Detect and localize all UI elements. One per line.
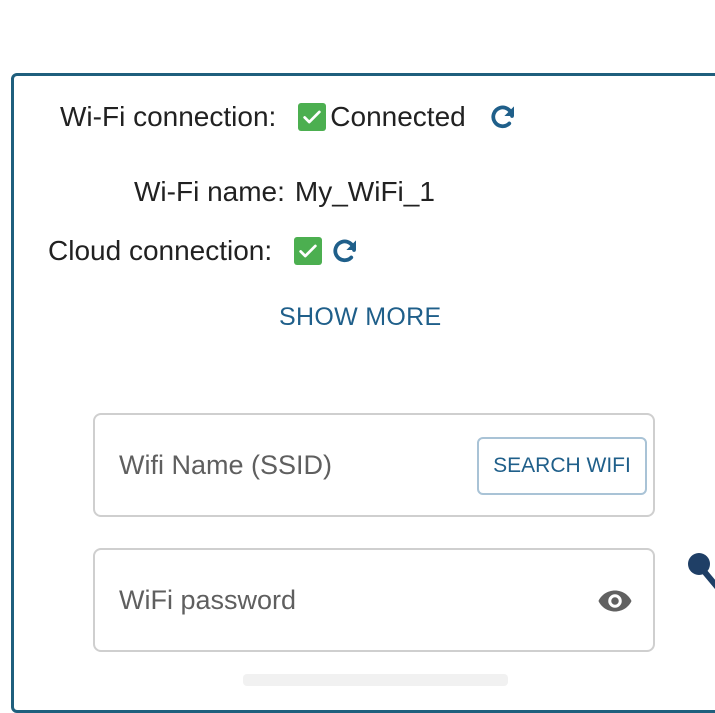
show-more-link[interactable]: SHOW MORE [279,303,441,332]
wifi-name-label: Wi-Fi name: [134,176,285,207]
bottom-button-edge [243,674,508,686]
show-password-eye-icon[interactable] [595,583,635,619]
search-wifi-button[interactable]: SEARCH WIFI [477,437,647,495]
cloud-connection-row: Cloud connection: [48,235,360,267]
pointer-cursor-icon [688,553,715,590]
wifi-refresh-icon[interactable] [488,102,518,132]
cloud-connected-check-icon [294,237,323,265]
wifi-connection-state: Connected [330,101,466,132]
wifi-connected-check-icon [298,103,327,131]
cloud-refresh-icon[interactable] [330,236,360,266]
ssid-input[interactable] [119,415,459,515]
wifi-name-row: Wi-Fi name: My_WiFi_1 [134,176,435,208]
cloud-connection-label: Cloud connection: [48,235,273,266]
wifi-connection-label: Wi-Fi connection: [60,101,277,132]
password-field [93,548,655,652]
wifi-connection-row: Wi-Fi connection: Connected [60,101,518,133]
ssid-field: SEARCH WIFI [93,413,655,517]
wifi-name-value: My_WiFi_1 [294,176,435,207]
password-input[interactable] [119,550,459,650]
